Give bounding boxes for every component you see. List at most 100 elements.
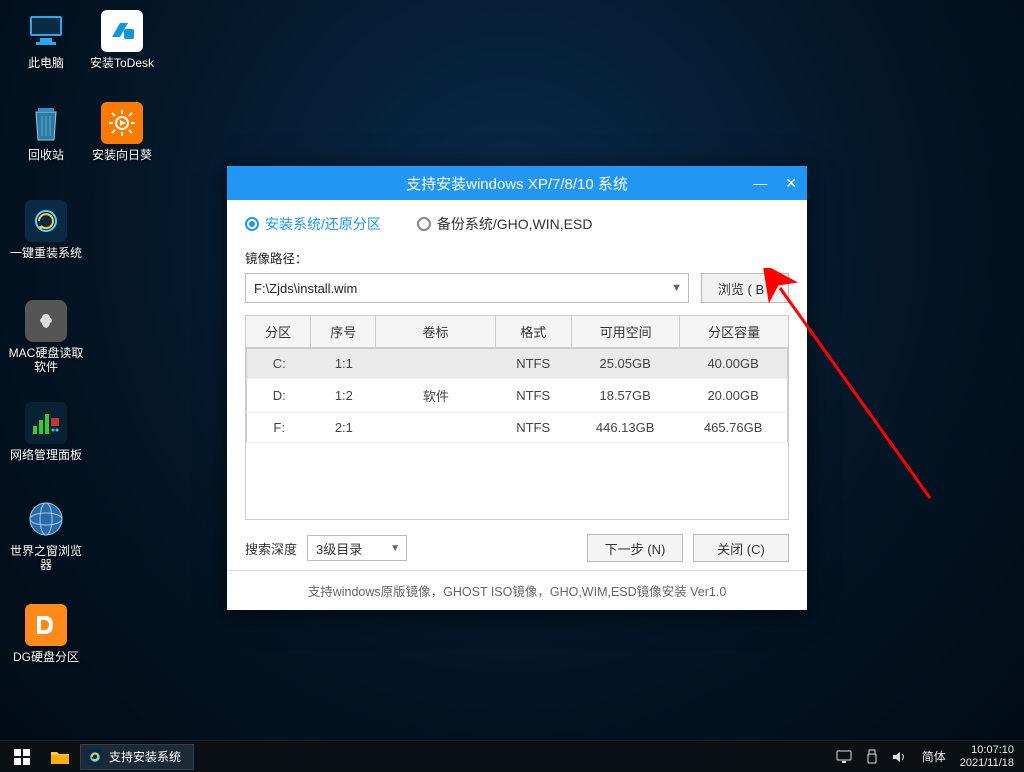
close-button[interactable]: ✕ <box>781 171 801 196</box>
desktop-icon-label: DG硬盘分区 <box>8 650 84 664</box>
cell-cap: 465.76GB <box>679 413 787 443</box>
image-path-value: F:\Zjds\install.wim <box>254 281 357 296</box>
desktop-icon-recycle[interactable]: 回收站 <box>8 102 84 162</box>
folder-icon <box>50 749 70 765</box>
desktop-icon-netpanel[interactable]: 网络管理面板 <box>8 402 84 462</box>
image-path-row: F:\Zjds\install.wim ▼ 浏览 ( B ) <box>245 273 789 303</box>
dg-icon <box>25 604 67 646</box>
dropdown-icon: ▼ <box>671 282 682 294</box>
partition-table: 分区 序号 卷标 格式 可用空间 分区容量 <box>245 315 789 348</box>
cell-vol <box>376 413 495 443</box>
window-title: 支持安装windows XP/7/8/10 系统 <box>406 173 628 194</box>
cell-part: F: <box>247 413 312 443</box>
tray-network-icon[interactable] <box>836 750 852 764</box>
tray-time: 10:07:10 <box>960 744 1014 757</box>
image-path-combobox[interactable]: F:\Zjds\install.wim ▼ <box>245 273 689 303</box>
netpanel-icon <box>25 402 67 444</box>
cell-fmt: NTFS <box>495 349 571 379</box>
installer-window: 支持安装windows XP/7/8/10 系统 — ✕ 安装系统/还原分区 备… <box>227 166 807 610</box>
mode-radios: 安装系统/还原分区 备份系统/GHO,WIN,ESD <box>245 214 789 234</box>
browse-button[interactable]: 浏览 ( B ) <box>701 273 789 303</box>
task-icon <box>87 749 103 765</box>
table-header-row: 分区 序号 卷标 格式 可用空间 分区容量 <box>246 316 789 348</box>
titlebar[interactable]: 支持安装windows XP/7/8/10 系统 — ✕ <box>227 166 807 200</box>
col-idx: 序号 <box>311 316 376 348</box>
close-window-button[interactable]: 关闭 (C) <box>693 534 789 562</box>
dropdown-icon: ▼ <box>390 543 400 554</box>
tray-ime[interactable]: 简体 <box>922 748 946 765</box>
reinstall-icon <box>25 200 67 242</box>
depth-value: 3级目录 <box>316 539 362 558</box>
worldbrowser-icon <box>25 498 67 540</box>
col-cap: 分区容量 <box>680 316 789 348</box>
bottom-row: 搜索深度 3级目录 ▼ 下一步 (N) 关闭 (C) <box>245 534 789 562</box>
tray-clock[interactable]: 10:07:10 2021/11/18 <box>960 744 1014 770</box>
cell-free: 446.13GB <box>571 413 679 443</box>
window-controls: — ✕ <box>749 166 801 200</box>
system-tray: 简体 10:07:10 2021/11/18 <box>836 744 1024 770</box>
radio-dot-icon <box>417 217 431 231</box>
tray-date: 2021/11/18 <box>960 757 1014 770</box>
col-part: 分区 <box>246 316 311 348</box>
cell-fmt: NTFS <box>495 379 571 413</box>
radio-label: 备份系统/GHO,WIN,ESD <box>437 214 593 234</box>
cell-part: C: <box>247 349 312 379</box>
desktop-icon-label: 回收站 <box>8 148 84 162</box>
cell-free: 18.57GB <box>571 379 679 413</box>
desktop-icon-todesk[interactable]: 安装ToDesk <box>84 10 160 70</box>
table-body-wrap: C: 1:1 NTFS 25.05GB 40.00GB D: 1:2 软件 NT… <box>245 348 789 520</box>
desktop-icon-label: 此电脑 <box>8 56 84 70</box>
desktop-icon-label: 安装向日葵 <box>84 148 160 162</box>
desktop-icon-dg[interactable]: DG硬盘分区 <box>8 604 84 664</box>
table-row[interactable]: C: 1:1 NTFS 25.05GB 40.00GB <box>247 349 788 379</box>
windows-logo-icon <box>14 749 30 765</box>
desktop-icon-label: MAC硬盘读取软件 <box>8 346 84 374</box>
start-button[interactable] <box>0 741 44 772</box>
macdisk-icon <box>25 300 67 342</box>
radio-label: 安装系统/还原分区 <box>265 214 381 234</box>
desktop-icon-label: 一键重装系统 <box>8 246 84 260</box>
depth-select[interactable]: 3级目录 ▼ <box>307 535 407 561</box>
taskbar-explorer[interactable] <box>44 741 76 772</box>
tray-usb-icon[interactable] <box>866 749 878 765</box>
taskbar-task-installer[interactable]: 支持安装系统 <box>80 744 194 770</box>
col-free: 可用空间 <box>571 316 680 348</box>
desktop-icon-label: 世界之窗浏览器 <box>8 544 84 572</box>
cell-cap: 20.00GB <box>679 379 787 413</box>
radio-backup[interactable]: 备份系统/GHO,WIN,ESD <box>417 214 593 234</box>
cell-part: D: <box>247 379 312 413</box>
desktop-icon-this-pc[interactable]: 此电脑 <box>8 10 84 70</box>
radio-dot-icon <box>245 217 259 231</box>
desktop: 此电脑 安装ToDesk 回收站 安装向日葵 一键重装系统 MAC硬盘读取软件 <box>0 0 1024 740</box>
cell-vol: 软件 <box>376 379 495 413</box>
desktop-icon-sunflower[interactable]: 安装向日葵 <box>84 102 160 162</box>
depth-label: 搜索深度 <box>245 539 297 558</box>
desktop-icon-macdisk[interactable]: MAC硬盘读取软件 <box>8 300 84 374</box>
table-row[interactable]: F: 2:1 NTFS 446.13GB 465.76GB <box>247 413 788 443</box>
cell-free: 25.05GB <box>571 349 679 379</box>
taskbar: 支持安装系统 简体 10:07:10 2021/11/18 <box>0 740 1024 772</box>
desktop-icon-label: 网络管理面板 <box>8 448 84 462</box>
window-body: 安装系统/还原分区 备份系统/GHO,WIN,ESD 镜像路径： F:\Zjds… <box>227 200 807 570</box>
minimize-button[interactable]: — <box>749 171 771 195</box>
window-footer: 支持windows原版镜像，GHOST ISO镜像，GHO,WIM,ESD镜像安… <box>227 570 807 610</box>
next-button[interactable]: 下一步 (N) <box>587 534 683 562</box>
col-vol: 卷标 <box>376 316 495 348</box>
pc-icon <box>25 10 67 52</box>
table-row[interactable]: D: 1:2 软件 NTFS 18.57GB 20.00GB <box>247 379 788 413</box>
cell-idx: 2:1 <box>311 413 376 443</box>
cell-idx: 1:1 <box>311 349 376 379</box>
radio-install[interactable]: 安装系统/还原分区 <box>245 214 381 234</box>
cell-vol <box>376 349 495 379</box>
image-path-label: 镜像路径： <box>245 248 789 267</box>
todesk-icon <box>101 10 143 52</box>
desktop-icon-worldbrowser[interactable]: 世界之窗浏览器 <box>8 498 84 572</box>
tray-volume-icon[interactable] <box>892 750 908 764</box>
cell-idx: 1:2 <box>311 379 376 413</box>
desktop-icon-label: 安装ToDesk <box>84 56 160 70</box>
recycle-icon <box>25 102 67 144</box>
cell-cap: 40.00GB <box>679 349 787 379</box>
desktop-icon-reinstall[interactable]: 一键重装系统 <box>8 200 84 260</box>
cell-fmt: NTFS <box>495 413 571 443</box>
task-label: 支持安装系统 <box>109 748 181 765</box>
